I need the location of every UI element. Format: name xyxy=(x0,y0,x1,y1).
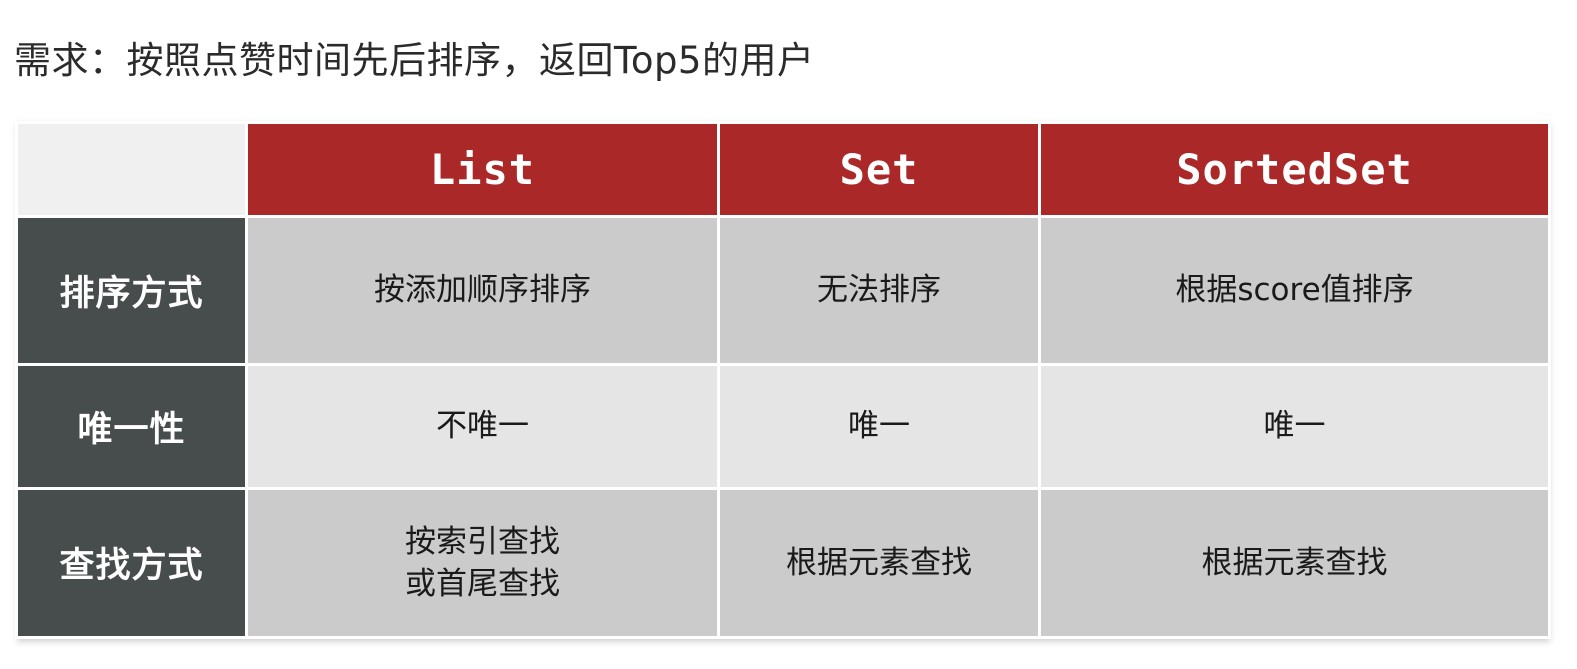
table-cell: 根据元素查找 xyxy=(717,486,1041,640)
table-cell: 唯一 xyxy=(717,362,1041,490)
comparison-table-container: List Set SortedSet 排序方式 按添加顺序排序 无法排序 根据s… xyxy=(15,121,1551,640)
table-cell: 根据score值排序 xyxy=(1038,214,1551,366)
table-cell: 唯一 xyxy=(1038,362,1551,490)
column-header-set: Set xyxy=(717,121,1041,218)
row-header-lookup-method: 查找方式 xyxy=(15,486,248,640)
page-title: 需求：按照点赞时间先后排序，返回Top5的用户 xyxy=(14,39,815,82)
table-header-row: List Set SortedSet xyxy=(15,121,1551,218)
comparison-table: List Set SortedSet 排序方式 按添加顺序排序 无法排序 根据s… xyxy=(15,121,1551,640)
table-cell: 无法排序 xyxy=(717,214,1041,366)
corner-cell xyxy=(15,121,248,218)
table-cell: 按添加顺序排序 xyxy=(245,214,720,366)
table-cell: 按索引查找 或首尾查找 xyxy=(245,486,720,640)
table-row: 查找方式 按索引查找 或首尾查找 根据元素查找 根据元素查找 xyxy=(15,486,1551,640)
table-row: 排序方式 按添加顺序排序 无法排序 根据score值排序 xyxy=(15,214,1551,366)
row-header-uniqueness: 唯一性 xyxy=(15,362,248,490)
column-header-sortedset: SortedSet xyxy=(1038,121,1551,218)
row-header-sort-method: 排序方式 xyxy=(15,214,248,366)
table-cell: 不唯一 xyxy=(245,362,720,490)
table-cell: 根据元素查找 xyxy=(1038,486,1551,640)
table-row: 唯一性 不唯一 唯一 唯一 xyxy=(15,362,1551,490)
column-header-list: List xyxy=(245,121,720,218)
